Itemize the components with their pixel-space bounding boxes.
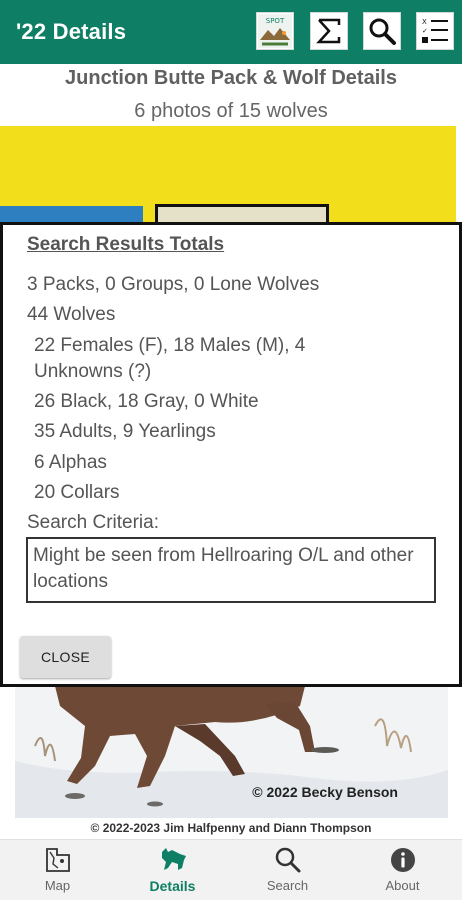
pack-title: Junction Butte Pack & Wolf Details	[65, 67, 397, 89]
filter-list-button[interactable]: X ✓	[416, 12, 454, 50]
nav-item-search[interactable]: Search	[230, 840, 345, 900]
svg-text:SPOT: SPOT	[266, 17, 285, 25]
search-icon	[275, 847, 300, 873]
search-results-dialog: Search Results Totals 3 Packs, 0 Groups,…	[0, 222, 462, 687]
totals-age: 35 Adults, 9 Yearlings	[34, 421, 216, 442]
bottom-nav: Map Details Search About	[0, 839, 462, 900]
app-bar: '22 Details SPOT X ✓	[0, 0, 462, 64]
nav-label-about: About	[385, 878, 420, 893]
search-criteria-label: Search Criteria:	[27, 512, 159, 533]
totals-color: 26 Black, 18 Gray, 0 White	[34, 391, 259, 412]
nav-label-details: Details	[149, 878, 196, 894]
wolf-photo[interactable]: © 2022 Becky Benson	[15, 686, 448, 818]
list-filter-icon: X ✓	[422, 18, 448, 43]
copyright-text: © 2022-2023 Jim Halfpenny and Diann Thom…	[90, 821, 372, 835]
nav-item-about[interactable]: About	[345, 840, 460, 900]
app-title: '22 Details	[16, 19, 127, 44]
map-icon	[45, 848, 70, 872]
totals-packs: 3 Packs, 0 Groups, 0 Lone Wolves	[27, 274, 320, 295]
totals-button[interactable]	[310, 12, 348, 50]
spotting-guide-icon: SPOT	[258, 14, 292, 48]
totals-wolves: 44 Wolves	[27, 304, 116, 325]
dialog-title: Search Results Totals	[27, 234, 225, 255]
totals-alphas: 6 Alphas	[34, 452, 107, 473]
spotting-guide-button[interactable]: SPOT	[256, 12, 294, 50]
svg-text:✓: ✓	[422, 27, 428, 35]
svg-text:X: X	[422, 18, 427, 26]
nav-item-details[interactable]: Details	[115, 840, 230, 900]
sigma-icon	[316, 18, 341, 44]
search-criteria-box: Might be seen from Hellroaring O/L and o…	[26, 537, 436, 603]
totals-sex: 22 Females (F), 18 Males (M), 4	[34, 335, 306, 356]
nav-label-map: Map	[44, 878, 71, 893]
totals-sex-unknown: Unknowns (?)	[34, 361, 152, 382]
close-button[interactable]: CLOSE	[20, 636, 111, 678]
wolf-icon	[161, 848, 186, 870]
totals-collars: 20 Collars	[34, 482, 120, 503]
photo-count: 6 photos of 15 wolves	[134, 100, 328, 122]
search-icon	[369, 18, 396, 45]
nav-label-search: Search	[266, 878, 309, 893]
info-icon	[390, 848, 415, 872]
nav-item-map[interactable]: Map	[0, 840, 115, 900]
photo-credit: © 2022 Becky Benson	[252, 784, 398, 800]
search-toolbar-button[interactable]	[363, 12, 401, 50]
